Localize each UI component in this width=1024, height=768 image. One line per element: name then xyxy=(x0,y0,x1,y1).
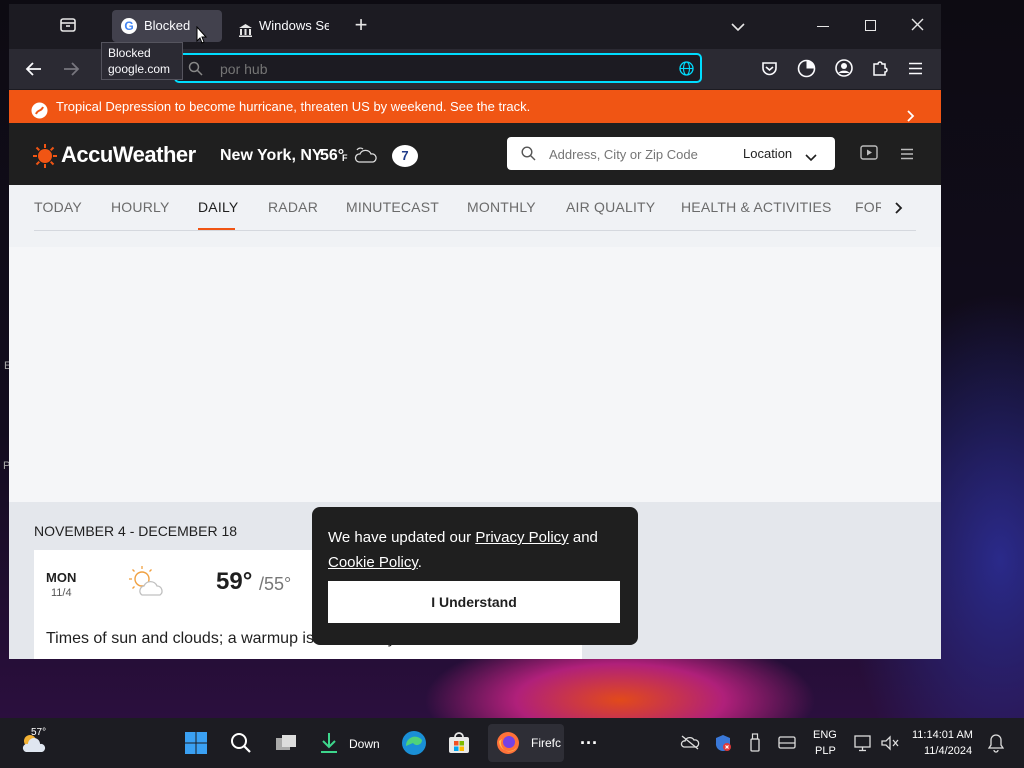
windows-taskbar: 57° Down Firefc ··· ENG PLP 11:14:01 AM … xyxy=(0,718,1024,768)
tab-tooltip: Blocked google.com xyxy=(101,42,183,80)
accuweather-sun-logo-icon[interactable] xyxy=(33,144,57,173)
tab-label: Windows Ser xyxy=(259,18,329,33)
subnav-item-hourly[interactable]: HOURLY xyxy=(111,199,170,215)
cookie-text-and: and xyxy=(568,529,598,546)
bank-icon xyxy=(238,18,253,50)
google-icon: G xyxy=(121,18,137,34)
subnav-item-health-activities[interactable]: HEALTH & ACTIVITIES xyxy=(681,199,832,215)
cookie-policy-link[interactable]: Cookie Policy xyxy=(328,554,418,571)
cookie-message: We have updated our Privacy Policy and Co… xyxy=(328,525,628,575)
cookie-consent-dialog: We have updated our Privacy Policy and Co… xyxy=(312,507,638,645)
new-tab-plus-icon[interactable]: + xyxy=(351,14,371,36)
firefox-view-icon[interactable] xyxy=(59,16,81,34)
account-icon[interactable] xyxy=(835,59,853,82)
list-all-tabs-chevron-icon[interactable] xyxy=(731,19,745,37)
breaking-alert-bar[interactable]: Tropical Depression to become hurricane,… xyxy=(9,90,941,123)
download-app-label[interactable]: Down xyxy=(349,737,380,751)
mouse-cursor-icon xyxy=(196,25,208,49)
subnav-item-forecast-truncated[interactable]: FOR xyxy=(855,199,881,215)
maximize-icon[interactable] xyxy=(865,20,876,31)
url-input[interactable] xyxy=(218,58,662,80)
sync-progress-icon[interactable] xyxy=(797,59,816,83)
subnav-item-daily[interactable]: DAILY xyxy=(198,199,238,215)
more-apps-ellipsis-icon[interactable]: ··· xyxy=(576,726,602,760)
start-windows-icon[interactable] xyxy=(181,726,211,760)
extensions-puzzle-icon[interactable] xyxy=(871,59,889,82)
scroll-right-chevron-icon[interactable] xyxy=(895,201,903,219)
tab-label: Blocked xyxy=(144,18,191,33)
i-understand-button[interactable]: I Understand xyxy=(328,581,620,623)
clock-date[interactable]: 11/4/2024 xyxy=(924,745,972,757)
clock-time[interactable]: 11:14:01 AM xyxy=(912,729,973,741)
temp-unit: F xyxy=(342,153,348,163)
accuweather-logo-text[interactable]: AccuWeather xyxy=(61,142,196,168)
privacy-policy-link[interactable]: Privacy Policy xyxy=(475,529,568,546)
hamburger-menu-icon[interactable] xyxy=(908,62,923,80)
ad-placeholder xyxy=(9,247,941,502)
back-arrow-icon[interactable] xyxy=(25,61,43,82)
network-display-icon[interactable] xyxy=(853,734,873,755)
current-temp: 56° xyxy=(320,147,345,164)
firefox-app-label: Firefc xyxy=(531,736,561,750)
keyboard-layout-indicator[interactable]: PLP xyxy=(815,745,836,757)
partly-sunny-icon xyxy=(126,565,166,606)
forecast-subnav: TODAY HOURLY DAILY RADAR MINUTECAST MONT… xyxy=(9,185,941,247)
location-search-box: Location xyxy=(507,137,835,170)
menu-icon[interactable] xyxy=(900,147,914,165)
chevron-down-icon[interactable] xyxy=(805,149,817,167)
alert-text: Tropical Depression to become hurricane,… xyxy=(56,99,531,114)
location-button-label[interactable]: Location xyxy=(743,146,792,161)
pocket-icon[interactable] xyxy=(761,60,778,82)
globe-icon[interactable] xyxy=(679,61,694,81)
firefox-icon xyxy=(496,731,520,760)
close-window-icon[interactable] xyxy=(911,18,924,36)
edge-browser-icon[interactable] xyxy=(399,726,429,760)
date-range-heading: NOVEMBER 4 - DECEMBER 18 xyxy=(34,523,238,539)
notification-bell-icon[interactable] xyxy=(987,733,1005,756)
weather-widget-temp: 57° xyxy=(31,727,47,738)
location-name[interactable]: New York, NY xyxy=(220,147,323,165)
subnav-item-monthly[interactable]: MONTHLY xyxy=(467,199,536,215)
tooltip-title: Blocked xyxy=(108,46,151,60)
microsoft-store-icon[interactable] xyxy=(444,726,474,760)
abc7-logo-icon[interactable]: 7 xyxy=(392,145,418,167)
search-icon[interactable] xyxy=(226,726,256,760)
browser-window: G Blocked Windows Ser + por hub Blocked … xyxy=(9,4,941,659)
subnav-item-air-quality[interactable]: AIR QUALITY xyxy=(566,199,655,215)
subnav-item-minutecast[interactable]: MINUTECAST xyxy=(346,199,439,215)
language-indicator[interactable]: ENG xyxy=(813,729,837,741)
url-bar[interactable] xyxy=(174,53,702,83)
volume-muted-icon[interactable] xyxy=(880,734,900,755)
cookie-text-after: . xyxy=(417,554,422,571)
minimize-icon[interactable] xyxy=(817,26,829,27)
search-icon xyxy=(521,146,536,166)
onedrive-off-icon[interactable] xyxy=(680,734,700,753)
subnav-item-radar[interactable]: RADAR xyxy=(268,199,318,215)
cookie-text-before: We have updated our xyxy=(328,529,476,546)
download-icon[interactable] xyxy=(315,726,343,760)
forward-arrow-icon[interactable] xyxy=(62,61,80,82)
firefox-taskbar-button[interactable]: Firefc xyxy=(488,724,564,762)
tooltip-url: google.com xyxy=(108,62,171,76)
low-temp: /55° xyxy=(259,574,292,594)
subnav-divider xyxy=(34,230,916,231)
day-date: 11/4 xyxy=(51,587,72,599)
search-icon xyxy=(188,61,203,81)
tab-windows-services[interactable]: Windows Ser xyxy=(228,10,333,42)
subnav-item-today[interactable]: TODAY xyxy=(34,199,82,215)
task-view-icon[interactable] xyxy=(271,726,301,760)
video-icon[interactable] xyxy=(860,145,878,166)
battery-display-icon[interactable] xyxy=(777,735,797,754)
day-of-week: MON xyxy=(46,570,77,585)
partly-cloudy-icon xyxy=(353,146,379,171)
accuweather-header: AccuWeather New York, NY 56° F 7 Locatio… xyxy=(9,123,941,185)
usb-drive-icon[interactable] xyxy=(748,733,762,756)
location-search-input[interactable] xyxy=(547,144,731,164)
high-temp: 59° xyxy=(216,568,253,595)
security-shield-icon[interactable] xyxy=(714,734,732,755)
